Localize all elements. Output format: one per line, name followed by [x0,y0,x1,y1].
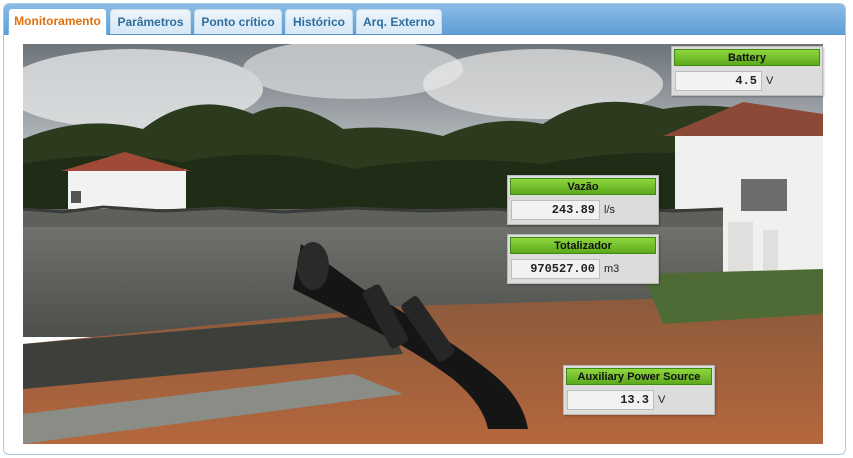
totalizador-widget: Totalizador 970527.00 m3 [507,234,659,284]
vazao-value: 243.89 [511,200,600,220]
tab-bar: Monitoramento Parâmetros Ponto crítico H… [4,4,845,35]
totalizador-value: 970527.00 [511,259,600,279]
vazao-unit: l/s [604,204,615,216]
aux-power-label: Auxiliary Power Source [566,368,712,385]
main-panel: Monitoramento Parâmetros Ponto crítico H… [3,3,846,455]
tab-ponto-critico[interactable]: Ponto crítico [194,9,282,34]
tab-monitoramento[interactable]: Monitoramento [8,8,107,35]
vazao-widget: Vazão 243.89 l/s [507,175,659,225]
totalizador-unit: m3 [604,263,620,275]
totalizador-label: Totalizador [510,237,656,254]
battery-value: 4.5 [675,71,762,91]
tab-arq-externo[interactable]: Arq. Externo [356,9,442,34]
battery-widget: Battery 4.5 V [671,46,823,96]
vazao-label: Vazão [510,178,656,195]
aux-power-value: 13.3 [567,390,654,410]
aux-power-widget: Auxiliary Power Source 13.3 V [563,365,715,415]
battery-label: Battery [674,49,820,66]
tab-historico[interactable]: Histórico [285,9,353,34]
tab-parametros[interactable]: Parâmetros [110,9,191,34]
aux-power-unit: V [658,394,666,406]
battery-unit: V [766,75,774,87]
